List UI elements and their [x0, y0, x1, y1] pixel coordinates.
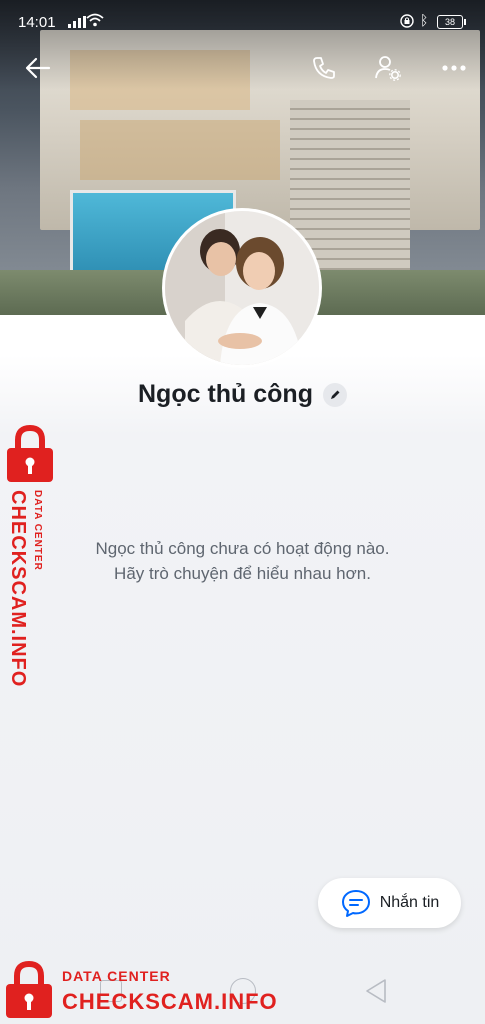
user-settings-icon [375, 56, 401, 81]
wifi-icon [86, 13, 104, 30]
phone-icon [313, 57, 335, 79]
back-arrow-icon [25, 57, 51, 79]
system-back-button[interactable] [364, 978, 388, 1009]
message-button-label: Nhắn tin [379, 894, 440, 911]
back-button[interactable] [20, 50, 56, 86]
avatar-photo [165, 211, 319, 365]
more-dots-icon [442, 65, 466, 71]
bottom-watermark-subtitle: DATA CENTER [62, 968, 171, 984]
triangle-back-icon [366, 979, 386, 1003]
status-time: 14:01 [18, 14, 56, 31]
empty-activity-message: Ngọc thủ công chưa có hoạt động nào. Hãy… [0, 536, 485, 586]
empty-activity-line-2: Hãy trò chuyện để hiểu nhau hơn. [114, 564, 371, 583]
chat-bubble-icon [341, 890, 370, 917]
edit-name-button[interactable] [322, 382, 347, 407]
bottom-watermark-title: CHECKSCAM.INFO [62, 989, 278, 1014]
side-watermark-title: CHECKSCAM.INFO [7, 490, 29, 688]
watermark-lock-icon [6, 960, 52, 1018]
profile-settings-button[interactable] [370, 50, 406, 86]
screen-lock-icon [400, 14, 414, 31]
profile-name: Ngọc thủ công [138, 380, 313, 408]
bluetooth-icon: ᛒ [420, 12, 429, 28]
side-watermark: DATA CENTER CHECKSCAM.INFO [3, 422, 55, 687]
more-button[interactable] [436, 50, 472, 86]
bottom-watermark: DATA CENTER CHECKSCAM.INFO [4, 958, 304, 1020]
side-watermark-subtitle: DATA CENTER [32, 490, 43, 571]
message-button[interactable]: Nhắn tin [318, 878, 461, 928]
avatar[interactable] [162, 208, 322, 368]
profile-name-row: Ngọc thủ công [0, 380, 485, 409]
signal-icon [68, 16, 86, 28]
pencil-icon [330, 390, 340, 399]
empty-activity-line-1: Ngọc thủ công chưa có hoạt động nào. [95, 539, 390, 558]
watermark-lock-icon [7, 424, 53, 482]
battery-icon: 38 [437, 15, 466, 29]
status-bar: 14:01 ᛒ 38 [0, 0, 485, 40]
call-button[interactable] [306, 50, 342, 86]
